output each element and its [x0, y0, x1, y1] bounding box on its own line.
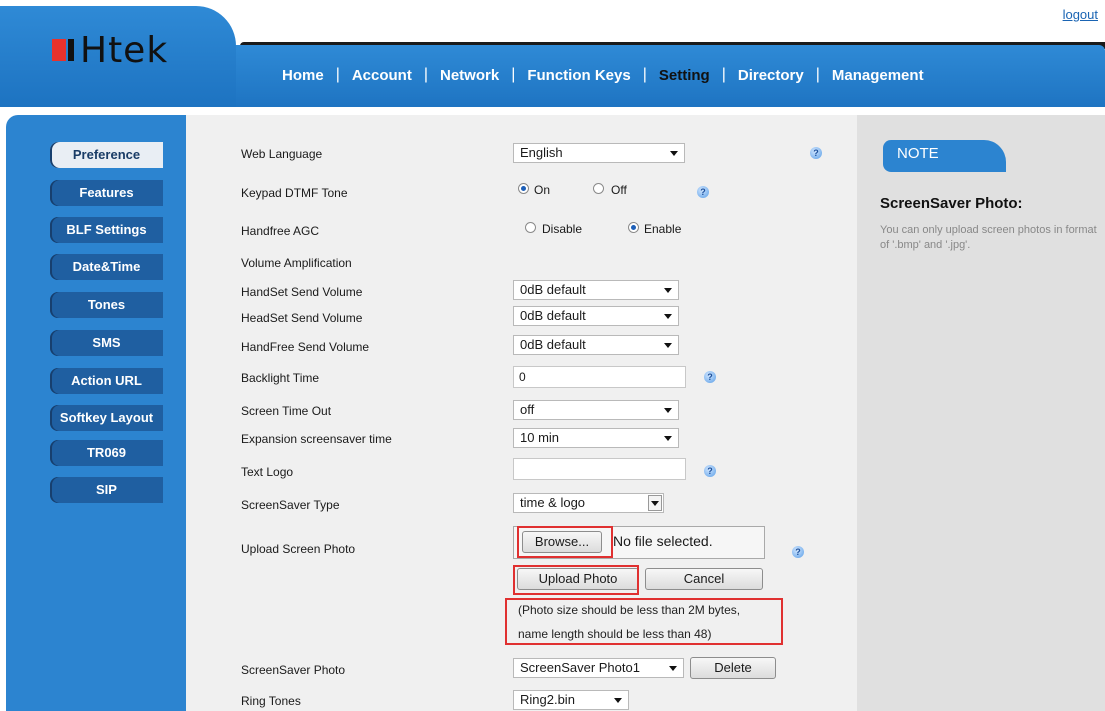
- dtmf-on-label: On: [534, 183, 551, 197]
- chevron-down-icon: [670, 151, 678, 156]
- nav-setting[interactable]: Setting: [647, 67, 722, 84]
- screen-time-out-label: Screen Time Out: [241, 404, 332, 418]
- upload-note-line-1: (Photo size should be less than 2M bytes…: [518, 603, 741, 617]
- nav-management[interactable]: Management: [820, 67, 936, 84]
- chevron-down-icon: [664, 408, 672, 413]
- chevron-down-icon: [664, 314, 672, 319]
- sidebar-item-preference[interactable]: Preference: [50, 142, 163, 168]
- expansion-screensaver-time-select[interactable]: 10 min: [513, 428, 679, 448]
- sidebar-item-sip[interactable]: SIP: [50, 477, 163, 503]
- headset-send-volume-value: 0dB default: [520, 308, 586, 323]
- screensaver-type-value: time & logo: [520, 495, 586, 510]
- cancel-button[interactable]: Cancel: [645, 568, 763, 590]
- note-text: You can only upload screen photos in for…: [880, 224, 1097, 251]
- upload-note-line-2: name length should be less than 48): [518, 627, 712, 641]
- file-status-text: No file selected.: [613, 533, 713, 549]
- nav-function-keys[interactable]: Function Keys: [515, 67, 642, 84]
- keypad-dtmf-label: Keypad DTMF Tone: [241, 186, 348, 200]
- main-nav: Home | Account | Network | Function Keys…: [270, 63, 936, 87]
- handset-send-volume-select[interactable]: 0dB default: [513, 280, 679, 300]
- logo-red-block: [52, 39, 66, 61]
- sidebar-item-features[interactable]: Features: [50, 180, 163, 206]
- highlight-box: [513, 565, 639, 595]
- screensaver-type-label: ScreenSaver Type: [241, 498, 340, 512]
- sidebar-item-action-url[interactable]: Action URL: [50, 368, 163, 394]
- handset-send-volume-label: HandSet Send Volume: [241, 285, 363, 299]
- chevron-down-icon: [664, 343, 672, 348]
- agc-disable-label: Disable: [542, 222, 583, 236]
- backlight-time-input[interactable]: 0: [513, 366, 686, 388]
- help-icon[interactable]: ?: [704, 465, 716, 477]
- handfree-send-volume-value: 0dB default: [520, 337, 586, 352]
- web-language-select[interactable]: English: [513, 143, 685, 163]
- ring-tones-select[interactable]: Ring2.bin: [513, 690, 629, 710]
- delete-button[interactable]: Delete: [690, 657, 776, 679]
- text-logo-label: Text Logo: [241, 465, 294, 479]
- chevron-down-icon: [651, 501, 659, 506]
- agc-enable-label: Enable: [644, 222, 682, 236]
- web-language-value: English: [520, 145, 563, 160]
- nav-account[interactable]: Account: [340, 67, 424, 84]
- sidebar-item-tr069[interactable]: TR069: [50, 440, 163, 466]
- handfree-agc-label: Handfree AGC: [241, 224, 320, 238]
- help-icon[interactable]: ?: [810, 147, 822, 159]
- dropdown-button: [648, 495, 662, 511]
- screensaver-type-select[interactable]: time & logo: [513, 493, 664, 513]
- help-icon[interactable]: ?: [792, 546, 804, 558]
- sidebar-item-softkey-layout[interactable]: Softkey Layout: [50, 405, 163, 431]
- web-language-label: Web Language: [241, 147, 323, 161]
- chevron-down-icon: [664, 288, 672, 293]
- screensaver-photo-select[interactable]: ScreenSaver Photo1: [513, 658, 684, 678]
- ring-tones-label: Ring Tones: [241, 694, 301, 708]
- agc-enable-radio[interactable]: [628, 222, 639, 233]
- handset-send-volume-value: 0dB default: [520, 282, 586, 297]
- handfree-send-volume-label: HandFree Send Volume: [241, 340, 370, 354]
- sidebar-item-tones[interactable]: Tones: [50, 292, 163, 318]
- nav-network[interactable]: Network: [428, 67, 511, 84]
- help-icon[interactable]: ?: [704, 371, 716, 383]
- nav-directory[interactable]: Directory: [726, 67, 816, 84]
- agc-disable-radio[interactable]: [525, 222, 536, 233]
- screensaver-photo-value: ScreenSaver Photo1: [520, 660, 640, 675]
- dtmf-off-radio[interactable]: [593, 183, 604, 194]
- expansion-screensaver-time-label: Expansion screensaver time: [241, 432, 392, 446]
- handfree-send-volume-select[interactable]: 0dB default: [513, 335, 679, 355]
- logo-text: Htek: [80, 29, 169, 71]
- nav-home[interactable]: Home: [270, 67, 336, 84]
- sidebar-item-blf-settings[interactable]: BLF Settings: [50, 217, 163, 243]
- logo-dark-block: [68, 39, 74, 61]
- expansion-screensaver-time-value: 10 min: [520, 430, 560, 445]
- text-logo-input[interactable]: [513, 458, 686, 480]
- sidebar-item-sms[interactable]: SMS: [50, 330, 163, 356]
- logo: Htek: [52, 29, 169, 71]
- highlight-box: [517, 526, 613, 558]
- chevron-down-icon: [669, 666, 677, 671]
- ring-tones-value: Ring2.bin: [520, 692, 575, 707]
- chevron-down-icon: [614, 698, 622, 703]
- backlight-time-label: Backlight Time: [241, 371, 320, 385]
- headset-send-volume-label: HeadSet Send Volume: [241, 311, 363, 325]
- sidebar-item-date-time[interactable]: Date&Time: [50, 254, 163, 280]
- help-icon[interactable]: ?: [697, 186, 709, 198]
- upload-screen-photo-label: Upload Screen Photo: [241, 542, 356, 556]
- screen-time-out-select[interactable]: off: [513, 400, 679, 420]
- headset-send-volume-select[interactable]: 0dB default: [513, 306, 679, 326]
- logout-link[interactable]: logout: [1063, 7, 1098, 22]
- dtmf-on-radio[interactable]: [518, 183, 529, 194]
- chevron-down-icon: [664, 436, 672, 441]
- screensaver-photo-label: ScreenSaver Photo: [241, 663, 346, 677]
- dtmf-off-label: Off: [611, 183, 627, 197]
- note-tab: NOTE: [883, 140, 1006, 172]
- volume-amplification-label: Volume Amplification: [241, 256, 352, 270]
- screen-time-out-value: off: [520, 402, 535, 417]
- note-title: ScreenSaver Photo:: [880, 195, 1023, 212]
